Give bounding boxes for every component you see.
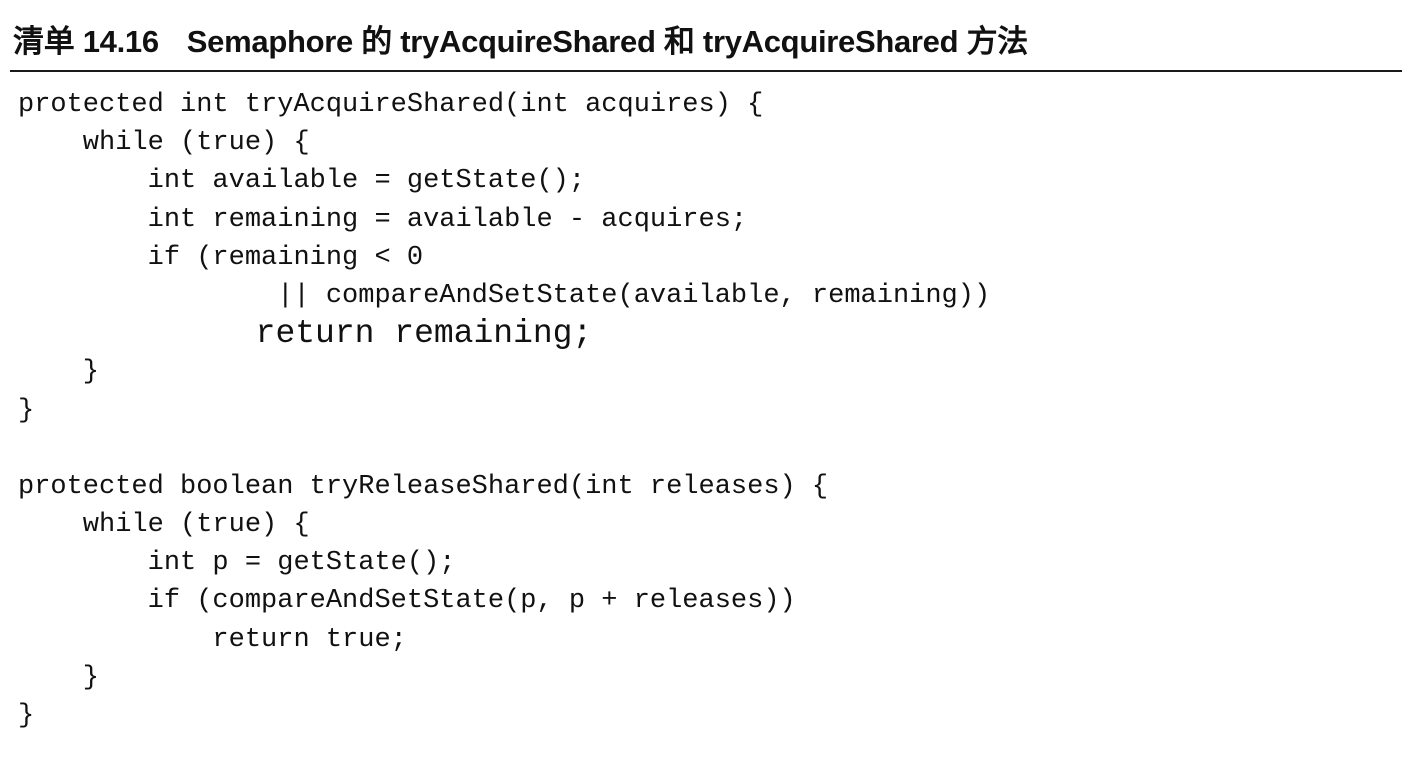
code-line: int remaining = available - acquires;	[18, 204, 748, 235]
code-line: }	[18, 357, 100, 388]
listing-label: 清单 14.16	[13, 24, 159, 59]
code-line: if (compareAndSetState(p, p + releases))	[18, 586, 796, 617]
listing-title: Semaphore 的 tryAcquireShared 和 tryAcquir…	[186, 24, 1028, 59]
code-block: protected int tryAcquireShared(int acqui…	[18, 86, 990, 735]
code-line: protected int tryAcquireShared(int acqui…	[18, 90, 764, 120]
heading-divider	[10, 70, 1402, 72]
code-line: }	[18, 701, 35, 731]
code-line: }	[18, 395, 35, 426]
code-line: || compareAndSetState(available, remaini…	[18, 280, 991, 311]
code-line: int p = getState();	[18, 548, 456, 579]
code-line: protected boolean tryReleaseShared(int r…	[18, 471, 829, 502]
code-line: while (true) {	[18, 128, 310, 159]
code-line: return true;	[18, 624, 407, 655]
code-line: int available = getState();	[18, 166, 586, 197]
code-line: }	[18, 662, 100, 693]
code-line: while (true) {	[18, 510, 310, 541]
code-line: if (remaining < 0	[18, 242, 424, 273]
listing-heading: 清单 14.16 Semaphore 的 tryAcquireShared 和 t…	[13, 24, 1028, 60]
code-line: return remaining;	[18, 315, 593, 353]
